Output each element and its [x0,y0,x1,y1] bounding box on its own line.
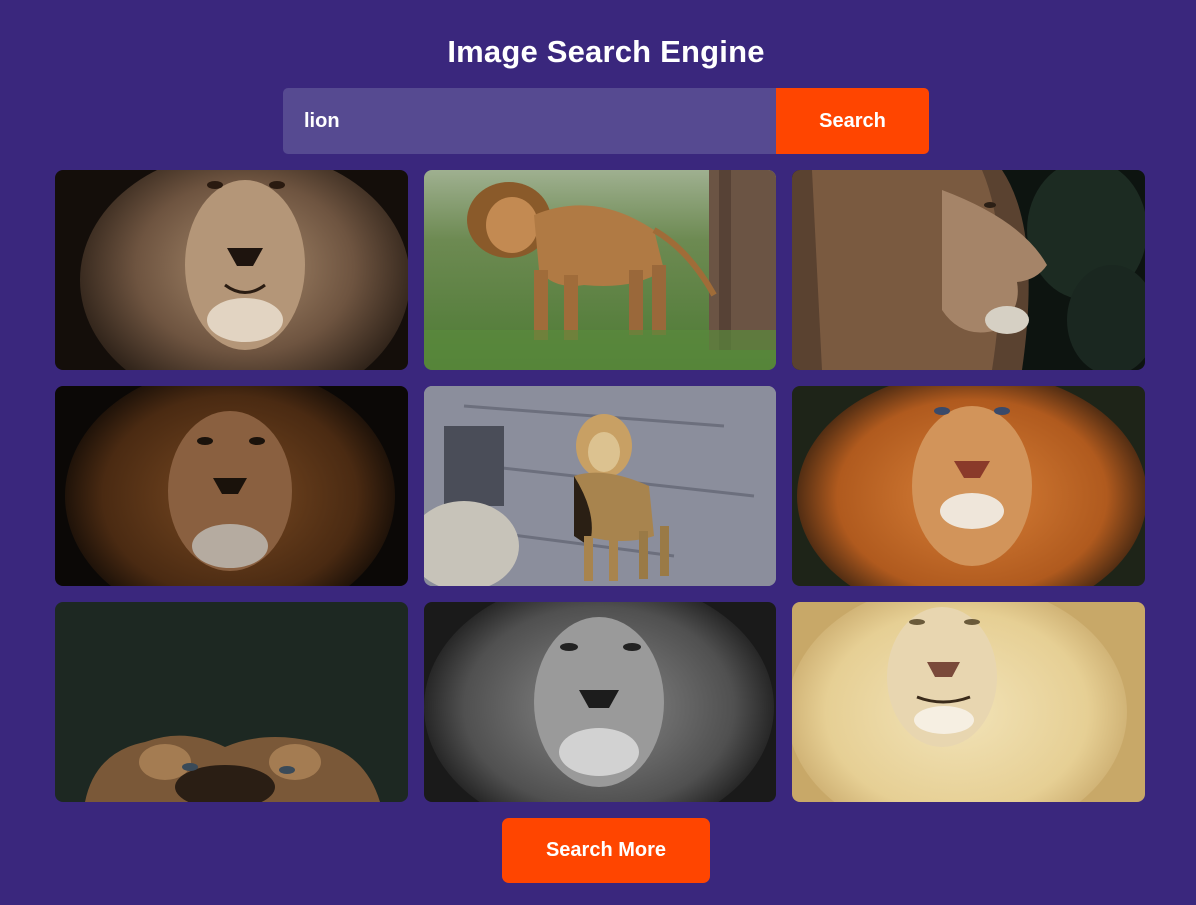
image-results-grid [55,170,1145,802]
search-more-button[interactable]: Search More [502,818,710,883]
page-title: Image Search Engine [447,34,765,69]
lion-image [424,170,776,370]
search-form: Search [283,88,929,154]
image-search-page: Image Search Engine Search [0,0,1196,905]
lion-image [55,170,408,370]
search-input[interactable] [283,88,776,154]
lion-image [424,386,776,586]
result-image-card[interactable] [424,170,776,370]
search-button[interactable]: Search [776,88,929,154]
result-image-card[interactable] [792,170,1145,370]
lion-image [792,386,1145,586]
result-image-card[interactable] [792,602,1145,802]
result-image-card[interactable] [55,386,408,586]
lion-image [55,602,408,802]
result-image-card[interactable] [424,602,776,802]
result-image-card[interactable] [424,386,776,586]
result-image-card[interactable] [55,170,408,370]
result-image-card[interactable] [55,602,408,802]
result-image-card[interactable] [792,386,1145,586]
lion-image [792,602,1145,802]
lion-image [424,602,776,802]
lion-image [792,170,1145,370]
lion-image [55,386,408,586]
